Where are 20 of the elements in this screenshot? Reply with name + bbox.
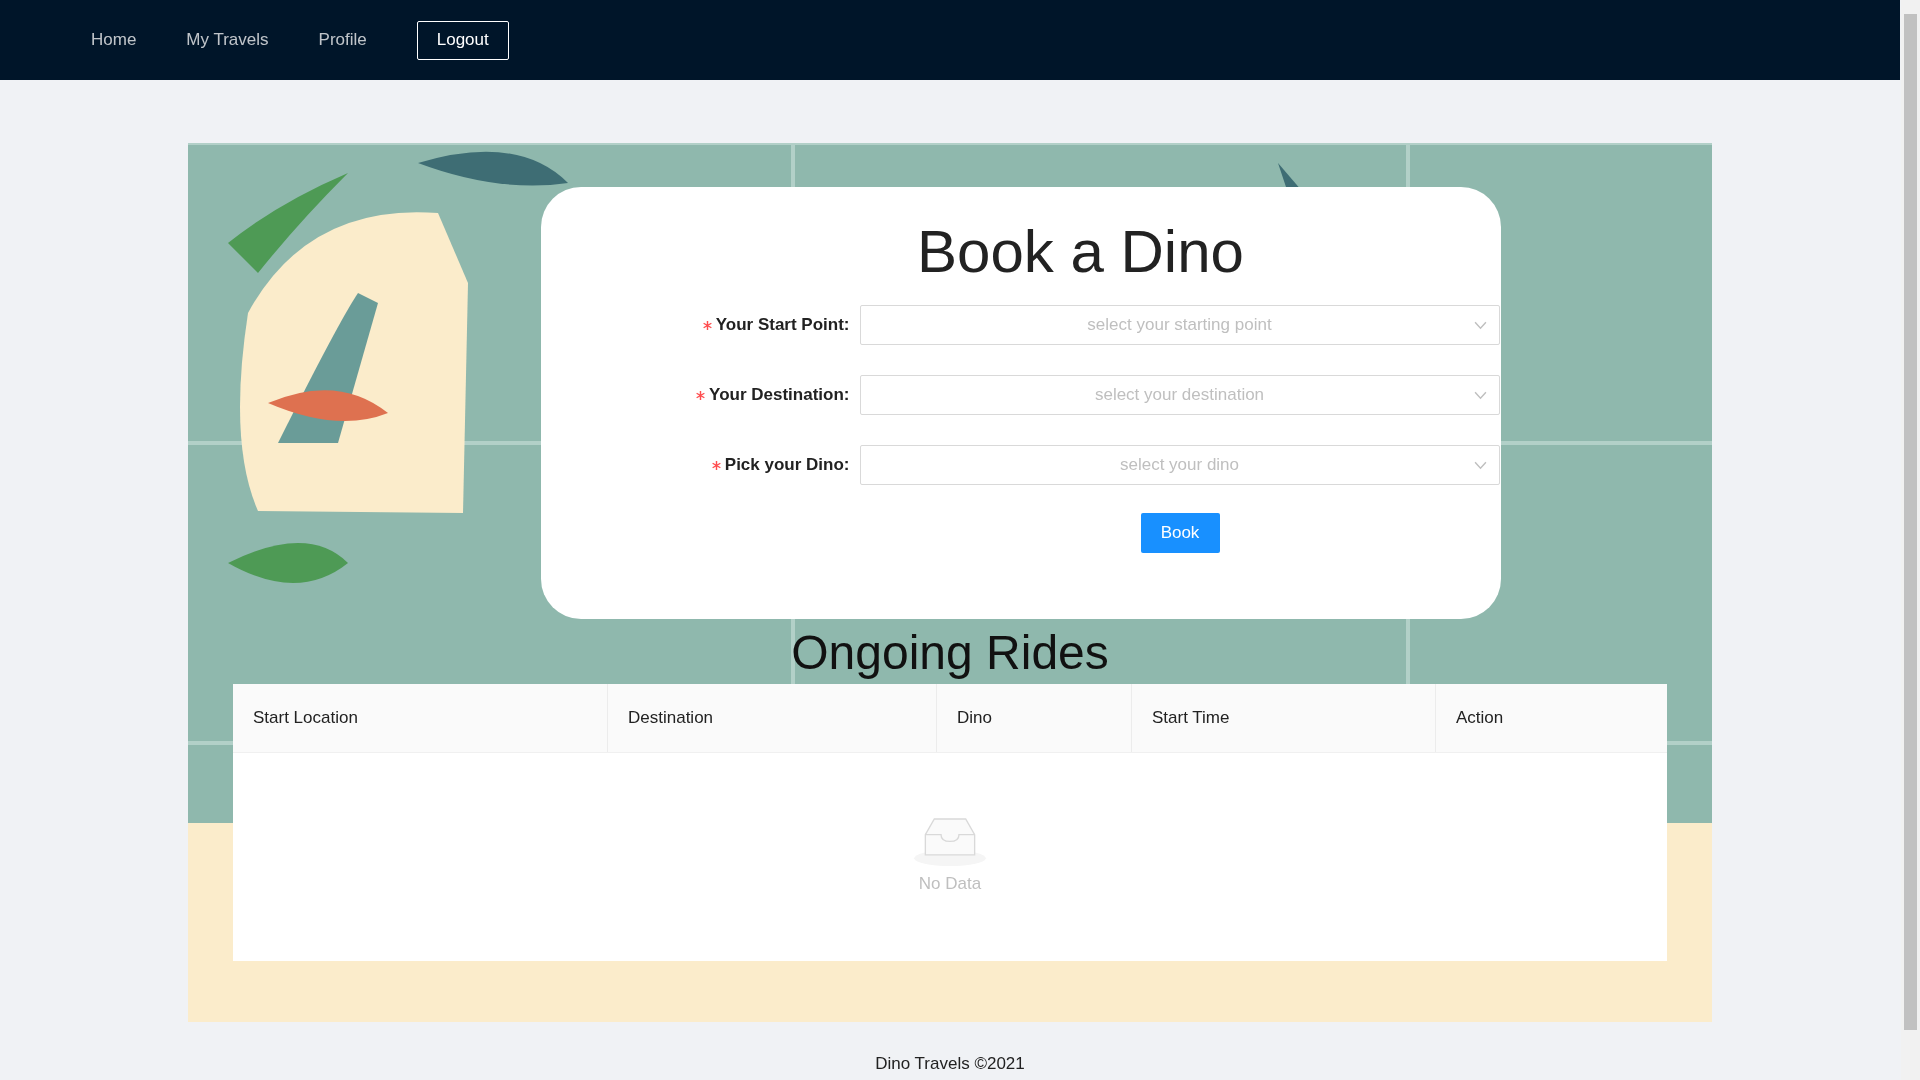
column-header: Start Location [233, 684, 608, 752]
column-header: Action [1455, 707, 1505, 729]
empty-message: No Data [918, 874, 982, 894]
nav-link[interactable]: Profile [293, 30, 392, 50]
footer-text: Dino Travels ©2021 [874, 1054, 1026, 1075]
nav-link[interactable]: My Travels [161, 30, 294, 50]
booking-title: Book a Dino [916, 217, 1245, 287]
chevron-down-icon [1473, 320, 1487, 330]
field-label: Pick your Dino: [724, 455, 850, 475]
chevron-down-icon [1473, 390, 1487, 400]
field-label: Your Destination: [709, 385, 850, 405]
column-header: Destination [608, 684, 937, 752]
nav-link[interactable]: Home [66, 30, 162, 50]
section-title: Ongoing Rides [791, 625, 1109, 681]
column-header: Start Time [1132, 684, 1436, 752]
logout-button[interactable]: Logout [416, 20, 509, 60]
field-label: Your Start Point: [715, 315, 850, 335]
chevron-down-icon [1473, 460, 1487, 470]
scrollbar[interactable] [1901, 0, 1920, 1080]
column-header: Dino [937, 684, 1132, 752]
